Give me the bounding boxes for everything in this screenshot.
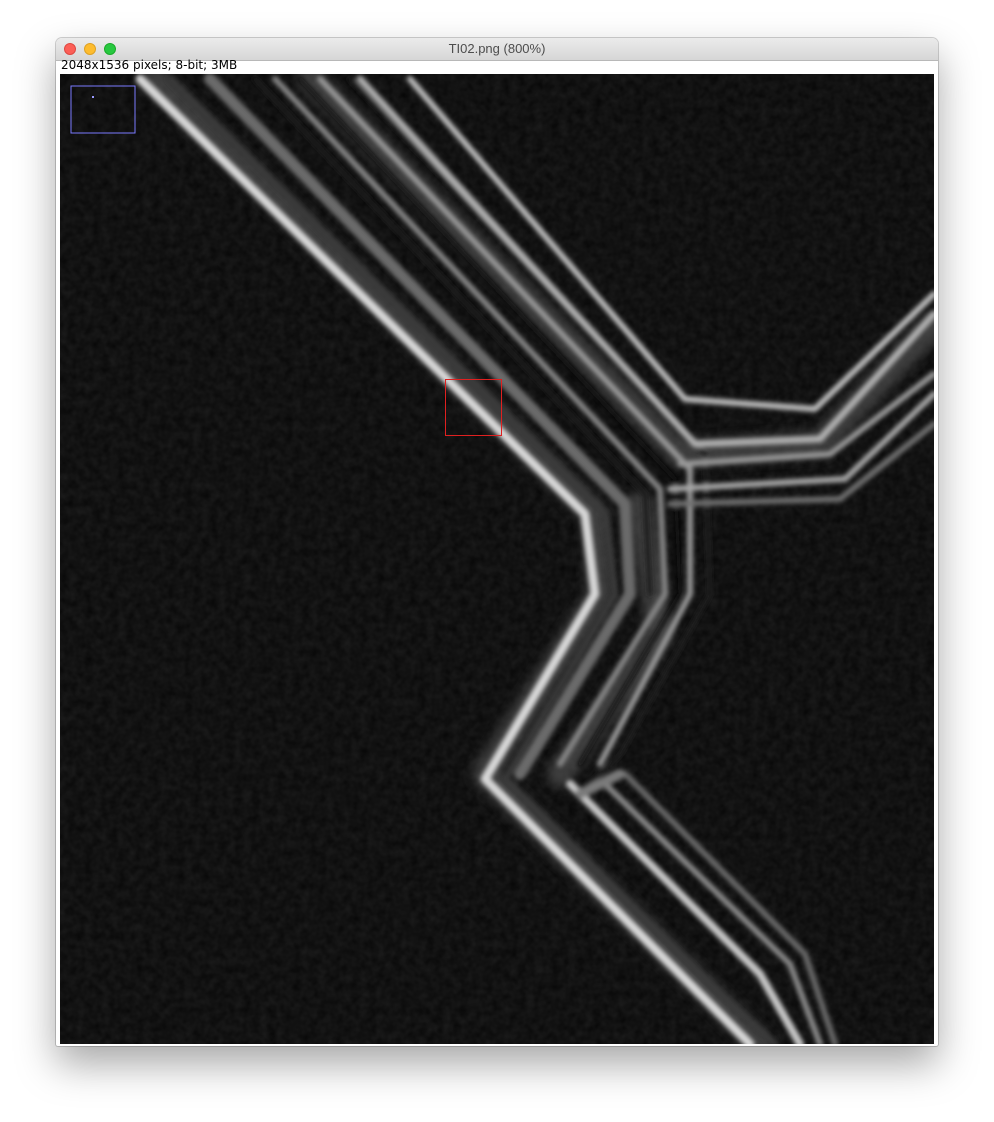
image-window: TI02.png (800%) 2048x1536 pixels; 8-bit;… <box>56 38 938 1046</box>
image-canvas[interactable] <box>60 74 934 1044</box>
navigator-viewport <box>92 96 94 98</box>
image-content <box>60 74 934 1044</box>
image-info-label: 2048x1536 pixels; 8-bit; 3MB <box>61 58 238 72</box>
window-title: TI02.png (800%) <box>448 41 546 56</box>
